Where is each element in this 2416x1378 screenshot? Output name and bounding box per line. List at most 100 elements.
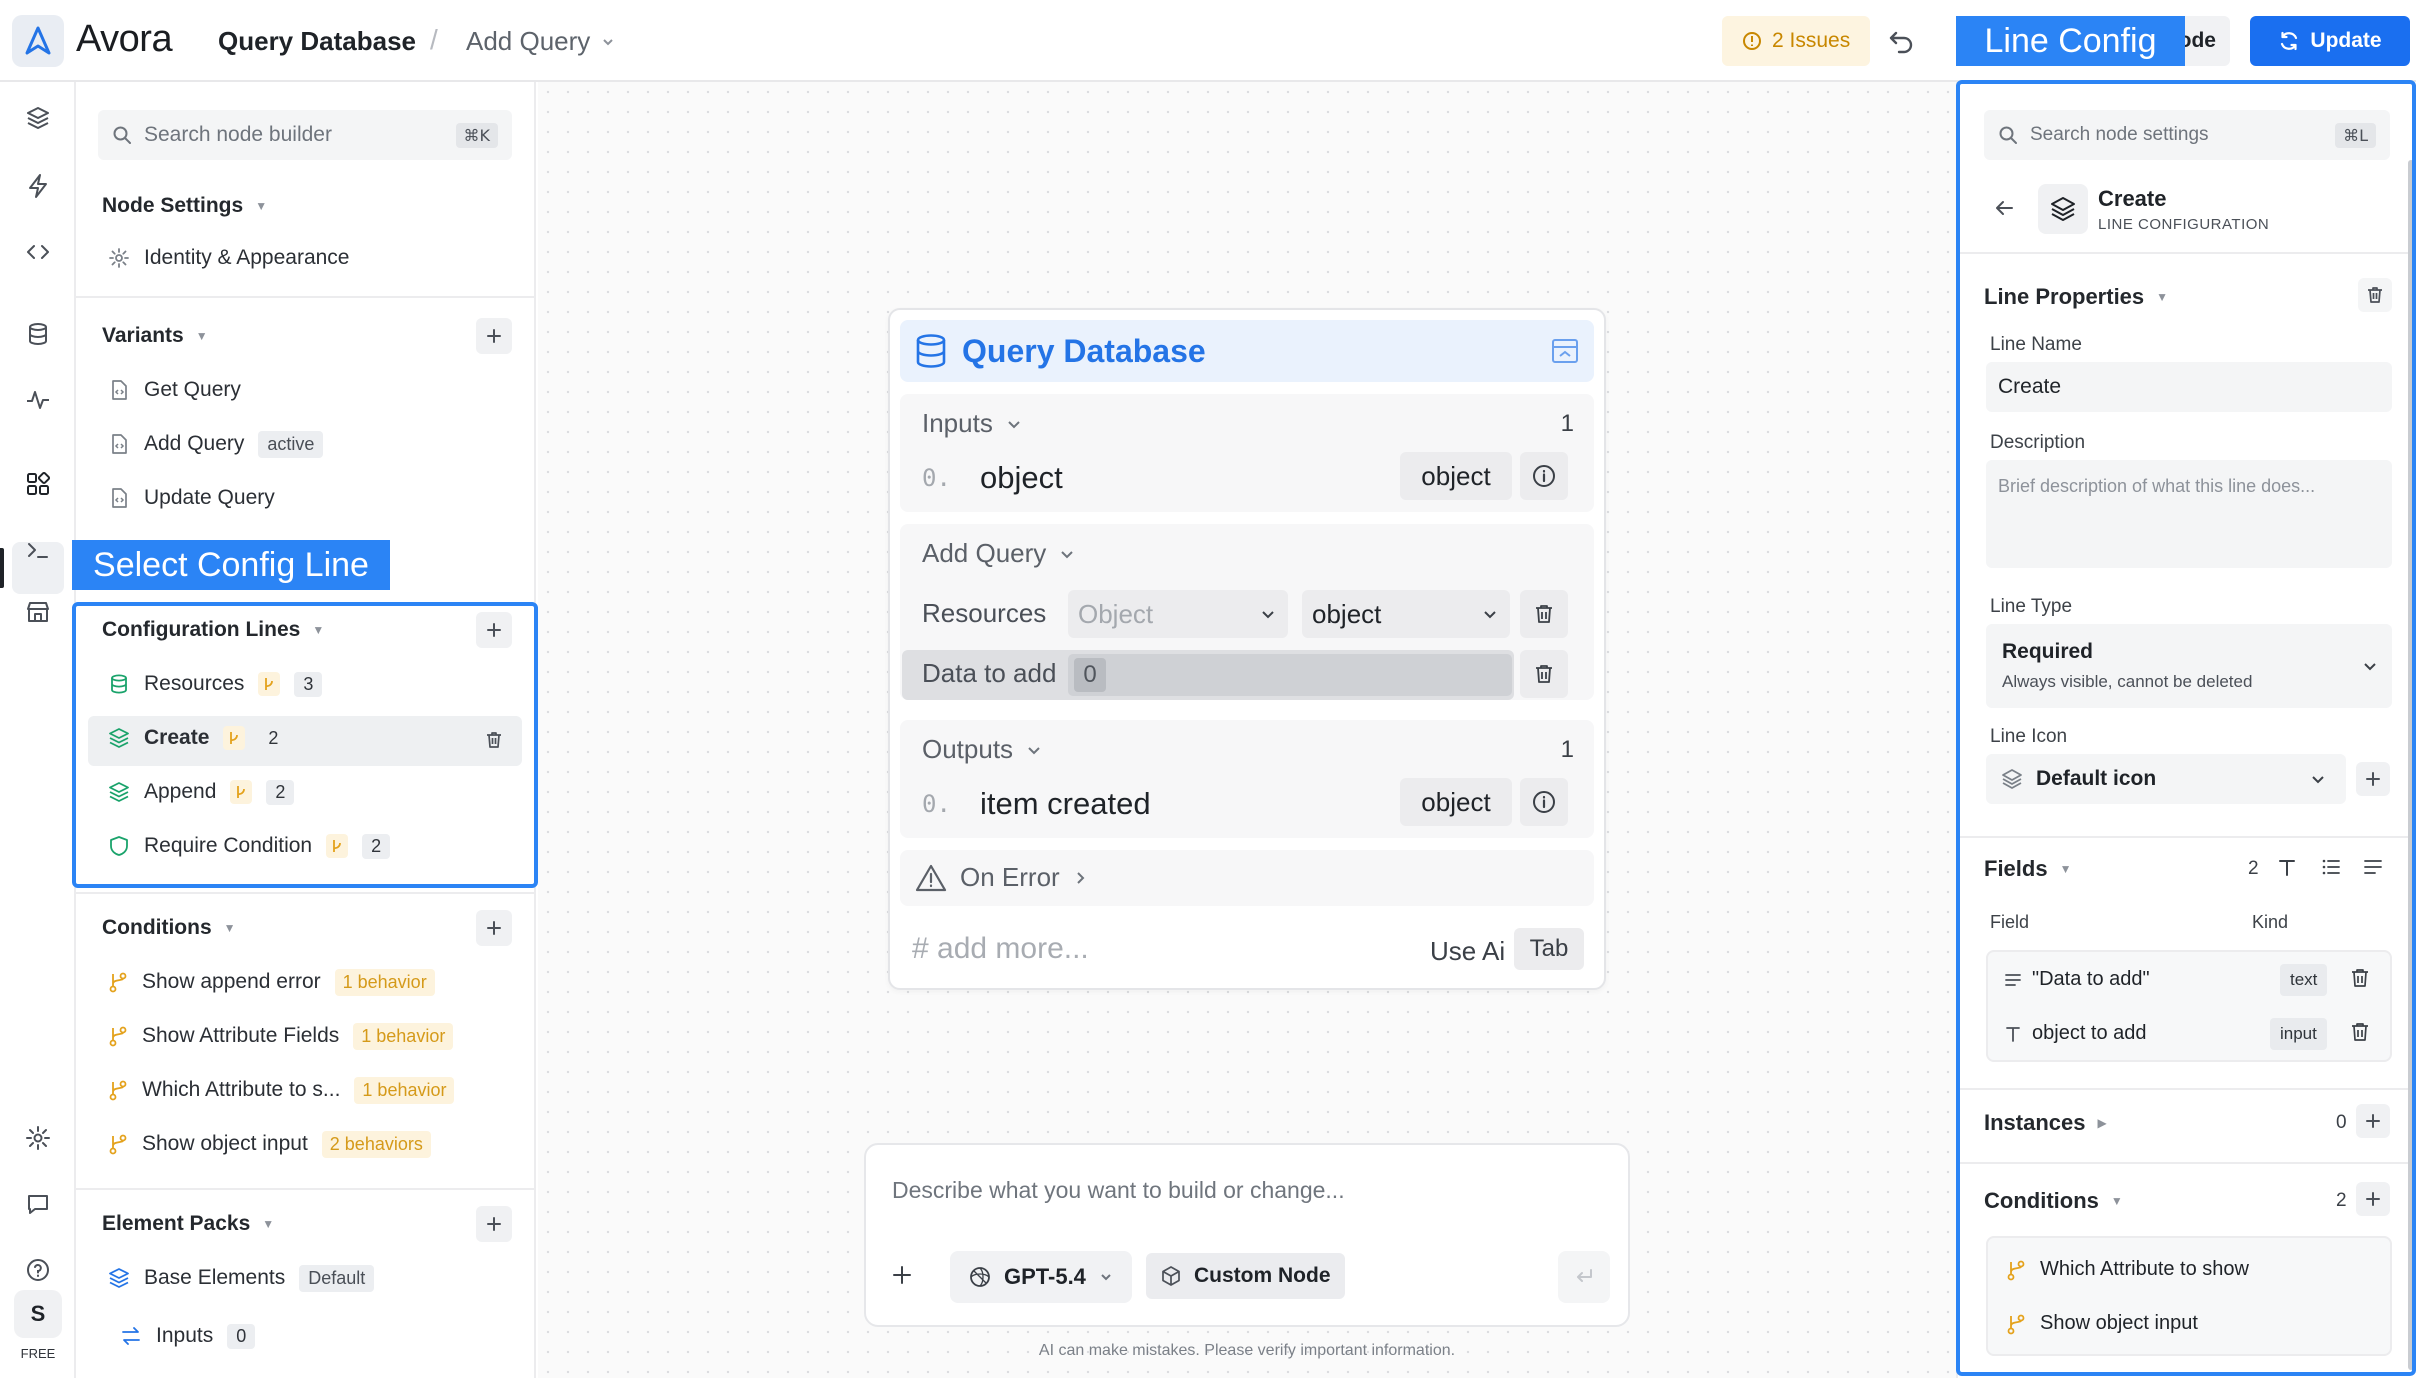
- node-settings-header[interactable]: Node Settings ▼: [102, 194, 267, 218]
- model-label: GPT-5.4: [1004, 1264, 1086, 1289]
- node-builder-search[interactable]: Search node builder ⌘K: [98, 110, 512, 160]
- resources-select-2[interactable]: object: [1302, 590, 1510, 638]
- search-shortcut: ⌘K: [455, 122, 498, 148]
- breadcrumb-variant-dropdown[interactable]: Add Query: [466, 26, 616, 57]
- chevron-right-icon: [1076, 871, 1085, 884]
- node-header[interactable]: Query Database: [900, 320, 1594, 382]
- settings-icon[interactable]: [22, 1122, 54, 1154]
- input-type-pill[interactable]: object: [1400, 452, 1512, 500]
- on-error-section[interactable]: On Error: [900, 850, 1594, 906]
- ai-prompt-box[interactable]: Describe what you want to build or chang…: [864, 1143, 1630, 1327]
- variant-item-get-query[interactable]: Get Query: [108, 368, 241, 412]
- warning-triangle-icon: [915, 864, 947, 891]
- chat-icon[interactable]: [22, 1188, 54, 1220]
- add-variant-button[interactable]: [476, 318, 512, 354]
- data-to-add-input[interactable]: 0: [1068, 654, 1512, 696]
- custom-node-chip[interactable]: Custom Node: [1146, 1253, 1345, 1299]
- layers-icon: [109, 1268, 129, 1288]
- condition-item[interactable]: Which Attribute to s... 1 behavior: [108, 1068, 455, 1112]
- input-name[interactable]: object: [980, 460, 1063, 496]
- icon-rail: S FREE: [0, 82, 76, 1378]
- outputs-toggle[interactable]: Outputs: [922, 734, 1043, 765]
- on-error-toggle[interactable]: On Error: [914, 862, 1088, 893]
- trash-icon: [1536, 605, 1552, 623]
- blocks-icon[interactable]: [22, 468, 54, 500]
- use-ai-label[interactable]: Use Ai: [1430, 936, 1505, 967]
- inputs-section: Inputs 1 0. object object: [900, 394, 1594, 512]
- input-info-button[interactable]: [1520, 452, 1568, 500]
- section-title: Variants: [102, 324, 184, 347]
- section-title: Element Packs: [102, 1212, 251, 1235]
- divider: [76, 1188, 534, 1190]
- openai-icon: [970, 1267, 990, 1287]
- resources-select-1[interactable]: Object: [1068, 590, 1288, 638]
- custom-node-label: Custom Node: [1194, 1264, 1331, 1287]
- element-pack-base[interactable]: Base Elements Default: [108, 1256, 375, 1300]
- inputs-toggle[interactable]: Inputs: [922, 408, 1023, 439]
- behavior-badge: 1 behavior: [353, 1022, 454, 1050]
- delete-resources-button[interactable]: [1520, 590, 1568, 638]
- help-icon[interactable]: [22, 1254, 54, 1286]
- item-label: Show append error: [142, 970, 321, 993]
- condition-item[interactable]: Show append error 1 behavior: [108, 960, 435, 1004]
- add-element-pack-button[interactable]: [476, 1206, 512, 1242]
- app-logo[interactable]: [12, 15, 64, 67]
- default-badge: Default: [299, 1264, 375, 1292]
- variant-item-update-query[interactable]: Update Query: [108, 476, 275, 520]
- branch-icon: [109, 1080, 127, 1101]
- select-value: Object: [1078, 598, 1154, 629]
- add-condition-button[interactable]: [476, 910, 512, 946]
- layers-icon[interactable]: [22, 102, 54, 134]
- variant-item-add-query[interactable]: Add Query active: [108, 422, 324, 466]
- add-query-toggle[interactable]: Add Query: [922, 538, 1076, 569]
- element-pack-inputs[interactable]: Inputs 0: [120, 1314, 256, 1358]
- refresh-icon: [2281, 31, 2298, 51]
- output-type-pill[interactable]: object: [1400, 778, 1512, 826]
- collapse-node-button[interactable]: [1550, 336, 1580, 366]
- item-label: Add Query: [144, 432, 245, 455]
- undo-icon: [1889, 31, 1913, 54]
- item-label: Show object input: [142, 1132, 308, 1155]
- lightning-icon[interactable]: [22, 170, 54, 202]
- output-index: 0.: [922, 790, 951, 818]
- caret-down-icon: ▼: [195, 329, 208, 343]
- conditions-header[interactable]: Conditions ▼: [102, 916, 236, 940]
- delete-data-to-add-button[interactable]: [1520, 650, 1568, 698]
- activity-icon[interactable]: [22, 384, 54, 416]
- chevron-down-icon: [603, 38, 614, 45]
- output-info-button[interactable]: [1520, 778, 1568, 826]
- condition-item[interactable]: Show object input 2 behaviors: [108, 1122, 431, 1166]
- resources-label: Resources: [922, 598, 1047, 628]
- add-more-input[interactable]: # add more...: [912, 932, 1089, 966]
- collapse-icon: [1552, 339, 1578, 363]
- variants-header[interactable]: Variants ▼: [102, 324, 208, 348]
- undo-button[interactable]: [1884, 24, 1918, 58]
- item-label: Which Attribute to s...: [142, 1078, 341, 1101]
- element-packs-header[interactable]: Element Packs ▼: [102, 1212, 274, 1236]
- node-card[interactable]: Query Database Inputs 1 0. object object…: [888, 308, 1606, 990]
- avatar[interactable]: S: [14, 1290, 62, 1338]
- swap-icon: [122, 1327, 140, 1345]
- node-settings-item[interactable]: Identity & Appearance: [108, 236, 349, 280]
- prompt-placeholder[interactable]: Describe what you want to build or chang…: [892, 1177, 1345, 1204]
- send-button[interactable]: [1558, 1251, 1610, 1303]
- terminal-icon[interactable]: [22, 534, 54, 566]
- database-icon[interactable]: [22, 318, 54, 350]
- add-query-label: Add Query: [922, 538, 1047, 568]
- breadcrumb-variant-label: Add Query: [466, 26, 591, 56]
- issues-button[interactable]: 2 Issues: [1722, 16, 1871, 66]
- update-label: Update: [2310, 29, 2382, 52]
- output-name[interactable]: item created: [980, 786, 1151, 822]
- update-button[interactable]: Update: [2250, 16, 2410, 66]
- breadcrumb-node[interactable]: Query Database: [218, 26, 416, 57]
- condition-item[interactable]: Show Attribute Fields 1 behavior: [108, 1014, 454, 1058]
- store-icon[interactable]: [22, 596, 54, 628]
- branch-icon: [109, 1026, 127, 1047]
- add-query-section: Add Query Resources Object object Data t…: [900, 524, 1594, 700]
- plan-label: FREE: [20, 1346, 56, 1361]
- code-icon[interactable]: [22, 236, 54, 268]
- model-selector[interactable]: GPT-5.4: [950, 1251, 1132, 1303]
- issues-label: 2 Issues: [1772, 29, 1851, 52]
- attach-button[interactable]: [890, 1263, 914, 1287]
- select-value: object: [1312, 598, 1382, 629]
